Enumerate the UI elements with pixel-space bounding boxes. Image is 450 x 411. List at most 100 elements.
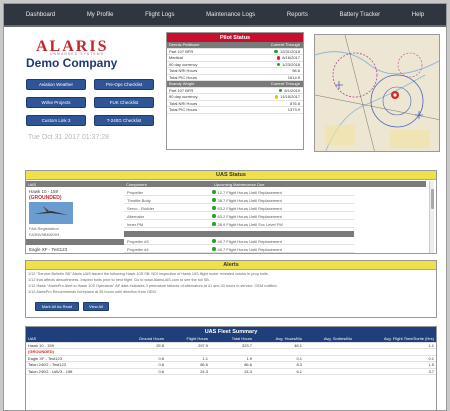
row-value: 876.8	[289, 100, 300, 106]
cell: 0.8	[158, 355, 164, 361]
map-graphic	[315, 35, 439, 151]
maintenance-row: Propeller #3 40.7 Flight Hours Until Repl…	[124, 238, 354, 245]
uas-name[interactable]: Talon 240G - Test123	[26, 362, 122, 367]
uas-name[interactable]: Talon 240G - UAV3 - 158	[26, 369, 122, 374]
status-dot-icon	[212, 247, 216, 251]
scrollbar-thumb[interactable]	[430, 189, 434, 209]
status-dot-icon	[276, 62, 281, 66]
sectional-map[interactable]	[314, 34, 440, 152]
view-all-button[interactable]: View All	[83, 302, 109, 311]
due-cell: 12.7 Flight Hours Until Replacement	[212, 190, 354, 195]
col-flight-hours[interactable]: Flight Hours	[166, 336, 210, 341]
row-value: 8/1/2019	[225, 88, 303, 93]
cell: 3.7	[428, 368, 434, 374]
maintenance-col-header: Upcoming Maintenance Due	[212, 181, 426, 187]
nav-my-profile[interactable]: My Profile	[87, 12, 114, 18]
alert-line[interactable]: 1/12 that affects airworthiness. Inspect…	[28, 278, 446, 282]
col-total-hours[interactable]: Total Hours	[210, 336, 254, 341]
due-text: 28.9 Flight Hours Until Svc Level FW	[217, 221, 283, 227]
uas-name[interactable]: Hawk 10 - 159	[26, 343, 122, 348]
status-dot-icon	[212, 222, 216, 226]
due-cell: 28.9 Flight Hours Until Svc Level FW	[212, 222, 354, 227]
aviation-weather-button[interactable]: Aviation Weather	[26, 79, 86, 90]
faa-registration-label: FAA Registration	[29, 226, 59, 231]
row-label: Total PIC Hours	[169, 74, 198, 80]
aircraft-2-name[interactable]: Eagle XF - Test123	[29, 247, 67, 252]
component-name: Propeller #4	[127, 246, 149, 252]
current-through-label: Current Through	[270, 81, 300, 87]
due-cell: 63.2 Flight Hours Until Replacement	[212, 214, 354, 219]
nav-battery-tracker[interactable]: Battery Tracker	[339, 12, 380, 18]
cell: 323.7	[241, 342, 252, 348]
uas-subheader-bar	[26, 239, 124, 245]
mark-all-read-button[interactable]: Mark All As Read	[35, 302, 79, 311]
cell: 86.6	[200, 362, 208, 368]
t240g-checklist-button[interactable]: T-240G Checklist	[94, 115, 154, 126]
nav-maintenance-logs[interactable]: Maintenance Logs	[206, 12, 255, 18]
cell: 6.1	[296, 368, 302, 374]
table-row: Talon 240G - UAV3 - 158 0.6 24.3 24.3 6.…	[26, 368, 436, 375]
status-dot-icon	[212, 239, 216, 243]
app-frame: Dashboard My Profile Flight Logs Mainten…	[3, 3, 447, 411]
status-dot-icon	[276, 56, 281, 60]
row-value: 12/31/2018	[225, 49, 303, 54]
due-cell: 38.7 Flight Hours Until Replacement	[212, 198, 354, 203]
row-value: 1614.9	[287, 74, 300, 80]
fuk-checklist-button[interactable]: FUK Checklist	[94, 97, 154, 108]
aircraft-1-name[interactable]: Hawk 10 - 159	[29, 189, 58, 194]
cell: 46.1	[294, 342, 302, 348]
grounded-badge: (GROUNDED)	[28, 349, 54, 355]
wrike-projects-button[interactable]: Wrike Projects	[26, 97, 86, 108]
cell: 86.6	[244, 362, 252, 368]
grounded-badge: (GROUNDED)	[29, 195, 62, 201]
maintenance-row: Inner PM 28.9 Flight Hours Until Svc Leve…	[124, 221, 354, 228]
nav-help[interactable]: Help	[412, 12, 424, 18]
status-dot-icon	[212, 190, 216, 194]
uas-status-title: UAS Status	[26, 171, 436, 180]
pilot-1-name[interactable]: Dennis Pettibone	[167, 42, 225, 47]
fleet-summary-panel: UAS Fleet Summary UAS Ground Hours Fligh…	[25, 326, 437, 410]
col-uas[interactable]: UAS	[26, 336, 122, 341]
fleet-summary-title: UAS Fleet Summary	[26, 327, 436, 336]
due-text: 63.2 Flight Hours Until Replacement	[217, 213, 282, 219]
cell: 25.8	[156, 342, 164, 348]
alert-line[interactable]: 1/12 AlarisPro Recommends to/replace at …	[28, 290, 446, 294]
due-text: 40.7 Flight Hours Until Replacement	[217, 238, 282, 244]
cell: 8.3	[296, 362, 302, 368]
cell: 1.1	[428, 342, 434, 348]
uas-scrollbar[interactable]	[429, 181, 434, 253]
pre-ops-checklist-button[interactable]: Pre-Ops Checklist	[94, 79, 154, 90]
col-avg-hours[interactable]: Avg. Hours/Mo	[254, 336, 304, 341]
row-value: 8/16/2017	[225, 55, 303, 60]
nav-flight-logs[interactable]: Flight Logs	[145, 12, 174, 18]
cell: 24.3	[200, 368, 208, 374]
due-text: 12.7 Flight Hours Until Replacement	[217, 189, 282, 195]
pilot-status-title: Pilot Status	[167, 33, 303, 42]
cell: 24.3	[244, 368, 252, 374]
cell: 0.8	[158, 362, 164, 368]
row-label: Part 107 BFR	[169, 87, 194, 93]
alert-line[interactable]: 1/12 "Service Bulletin SB" Alaris UAS is…	[28, 272, 446, 276]
nav-dashboard[interactable]: Dashboard	[26, 12, 55, 18]
custom-link-3-button[interactable]: Custom Link 3	[26, 115, 86, 126]
col-avg-sorties[interactable]: Avg. Sorties/Mo	[304, 336, 354, 341]
nav-reports[interactable]: Reports	[287, 12, 308, 18]
col-avg-flight-time[interactable]: Avg. Flight Time/Sortie (Hrs)	[354, 336, 436, 341]
row-label: Total NRI Hours	[169, 100, 198, 106]
col-ground-hours[interactable]: Ground Hours	[122, 336, 166, 341]
uas-name[interactable]: Eagle XF - Test123	[26, 356, 122, 361]
alert-line[interactable]: 1/12 Hawk "AlarisPro Alert to Hawk 10S O…	[28, 284, 446, 288]
cell: 1.5	[428, 362, 434, 368]
pilot-status-panel: Pilot Status Dennis Pettibone Current Th…	[166, 32, 304, 150]
cell: 0.1	[428, 355, 434, 361]
due-cell: 40.7 Flight Hours Until Replacement	[212, 239, 354, 244]
component-name: Alternator	[127, 213, 145, 219]
pilot-2-name[interactable]: Brandy Wright	[167, 81, 225, 86]
component-col-header: Component	[124, 181, 212, 187]
cell: 0.6	[158, 368, 164, 374]
table-row: Total PIC Hours 1373.9	[167, 107, 303, 114]
status-dot-icon	[274, 49, 278, 53]
current-through-label: Current Through	[270, 42, 300, 48]
row-value: 1/23/2018	[225, 62, 303, 67]
alerts-title: Alerts	[26, 261, 436, 270]
